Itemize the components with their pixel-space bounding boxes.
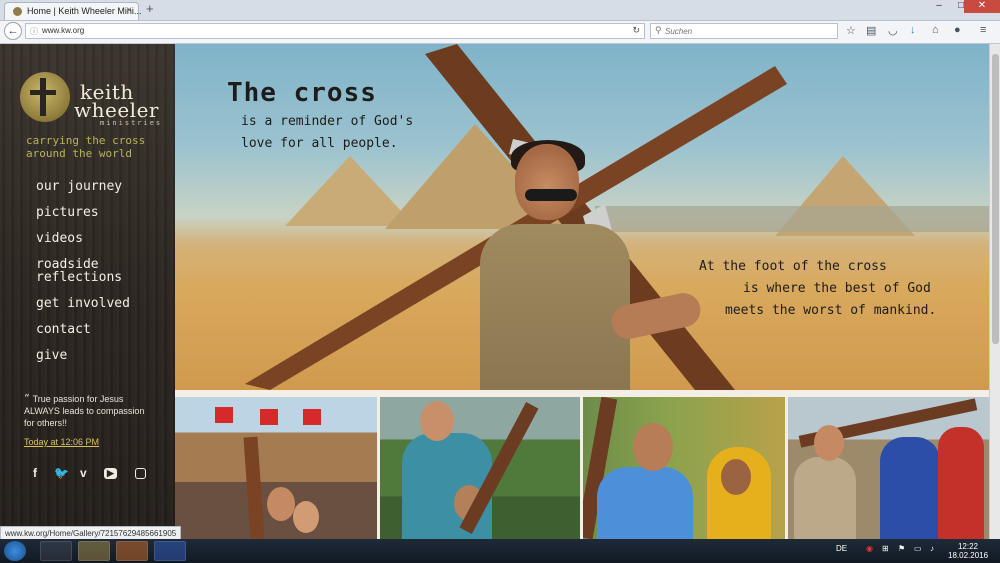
hero-line-1: is a reminder of God's — [241, 114, 414, 129]
firefox-icon[interactable] — [116, 541, 148, 561]
menu-icon[interactable]: ≡ — [980, 24, 986, 36]
antivirus-tray-icon[interactable]: ◉ — [866, 544, 873, 553]
page-scrollbar[interactable] — [989, 44, 1000, 539]
clock-time: 12:22 — [957, 542, 979, 551]
hero-heading: The cross — [227, 78, 377, 108]
face-photo-1b — [293, 501, 319, 533]
latest-post-quote: “True passion for Jesus ALWAYS leads to … — [24, 393, 152, 429]
man-torso — [480, 224, 630, 390]
nav-our-journey[interactable]: our journey — [36, 180, 146, 193]
windows-taskbar: DE ◉ ⊞ ⚑ ▭ ♪ 12:22 18.02.2016 — [0, 539, 1000, 563]
youtube-icon[interactable]: ▶ — [104, 468, 117, 479]
browser-nav-bar: ← ⓘ www.kw.org ↻ ⚲ ☆ ▤ ◡ ↓ ⌂ ● ≡ — [0, 21, 1000, 44]
download-icon[interactable]: ↓ — [910, 24, 916, 36]
city-skyline — [595, 206, 989, 232]
file-explorer-icon[interactable] — [78, 541, 110, 561]
back-arrow-icon[interactable]: ← — [4, 22, 22, 40]
hero-right-line-3: meets the worst of mankind. — [725, 303, 937, 318]
sunglasses — [525, 189, 577, 201]
gallery-photo-4[interactable] — [788, 397, 989, 539]
main-nav: our journey pictures videos roadside ref… — [36, 180, 146, 375]
site-sidebar: keith wheeler ministries carrying the cr… — [0, 44, 175, 539]
hero-banner: The cross is a reminder of God's love fo… — [175, 44, 989, 390]
logo-cross-bar — [30, 90, 56, 95]
close-tab-icon[interactable]: × — [126, 5, 132, 16]
language-indicator[interactable]: DE — [836, 544, 847, 553]
search-icon: ⚲ — [655, 25, 662, 35]
facebook-icon[interactable]: f — [33, 466, 37, 480]
site-info-icon[interactable]: ⓘ — [30, 26, 38, 37]
twitter-icon[interactable]: 🐦 — [54, 466, 69, 480]
pyramid-left — [285, 156, 415, 226]
scrollbar-thumb[interactable] — [992, 54, 999, 344]
logo-cross-icon — [40, 78, 46, 116]
search-input[interactable] — [665, 25, 825, 37]
cross-photo-1 — [243, 436, 265, 539]
clock-date: 18.02.2016 — [948, 551, 989, 560]
woman-face-photo-3 — [721, 459, 751, 495]
nav-videos[interactable]: videos — [36, 232, 146, 245]
site-favicon-icon — [13, 7, 22, 16]
chat-icon[interactable]: ● — [954, 24, 961, 36]
flag-tray-icon[interactable]: ⚑ — [898, 544, 905, 553]
gallery-photo-3[interactable] — [583, 397, 785, 539]
nav-give[interactable]: give — [36, 349, 146, 362]
hero-right-line-1: At the foot of the cross — [699, 259, 887, 274]
hero-line-2: love for all people. — [241, 136, 398, 151]
volume-tray-icon[interactable]: ♪ — [930, 544, 934, 553]
home-icon[interactable]: ⌂ — [932, 24, 939, 36]
close-window-icon[interactable]: ✕ — [964, 0, 1000, 13]
tab-title: Home | Keith Wheeler Mini... — [27, 6, 142, 16]
vimeo-icon[interactable]: v — [80, 466, 87, 480]
brand-name-last[interactable]: wheeler — [74, 100, 159, 120]
pocket-icon[interactable]: ◡ — [888, 24, 898, 37]
face-photo-2 — [420, 401, 454, 441]
word-icon[interactable] — [154, 541, 186, 561]
search-box[interactable]: ⚲ — [650, 23, 838, 39]
man-photo-2 — [402, 433, 492, 539]
red-robed-person-photo-4 — [938, 427, 984, 539]
post-timestamp-link[interactable]: Today at 12:06 PM — [24, 437, 99, 447]
swiss-flag-3 — [303, 409, 321, 425]
address-url[interactable]: www.kw.org — [42, 26, 84, 35]
nav-get-involved[interactable]: get involved — [36, 297, 146, 310]
nav-contact[interactable]: contact — [36, 323, 146, 336]
network-tray-icon[interactable]: ▭ — [914, 544, 922, 553]
browser-tab-bar: Home | Keith Wheeler Mini... × + – □ ✕ — [0, 0, 1000, 21]
man-face — [515, 144, 579, 220]
man-photo-3 — [597, 467, 693, 539]
nav-roadside-reflections[interactable]: roadside reflections — [36, 258, 146, 284]
address-bar[interactable]: ⓘ www.kw.org ↻ — [25, 23, 645, 39]
photo-gallery-strip — [175, 390, 989, 539]
windows-tray-icon[interactable]: ⊞ — [882, 544, 889, 553]
quote-text: True passion for Jesus ALWAYS leads to c… — [24, 394, 145, 428]
bookmark-star-icon[interactable]: ☆ — [846, 24, 856, 37]
start-button-icon[interactable] — [4, 541, 26, 561]
gallery-photo-2[interactable] — [380, 397, 580, 539]
new-tab-icon[interactable]: + — [146, 2, 154, 16]
system-clock[interactable]: 12:22 18.02.2016 — [948, 542, 988, 560]
minimize-icon[interactable]: – — [928, 0, 950, 13]
gallery-photo-1[interactable] — [175, 397, 377, 539]
face-photo-1a — [267, 487, 295, 521]
reload-icon[interactable]: ↻ — [632, 25, 640, 36]
tagline: carrying the cross around the world — [26, 134, 146, 160]
man-photo-4 — [794, 457, 856, 539]
clipboard-icon[interactable]: ▤ — [866, 24, 876, 37]
nav-pictures[interactable]: pictures — [36, 206, 146, 219]
brand-subtitle: ministries — [100, 119, 163, 127]
face-photo-3 — [633, 423, 673, 471]
media-player-icon[interactable] — [40, 541, 72, 561]
face-photo-4 — [814, 425, 844, 461]
quote-mark-icon: “ — [24, 392, 30, 405]
browser-tab-home[interactable]: Home | Keith Wheeler Mini... × — [4, 2, 142, 20]
robed-person-photo-4 — [880, 437, 940, 539]
swiss-flag-1 — [215, 407, 233, 423]
swiss-flag-2 — [260, 409, 278, 425]
instagram-icon[interactable] — [135, 468, 146, 479]
hero-right-line-2: is where the best of God — [743, 281, 931, 296]
